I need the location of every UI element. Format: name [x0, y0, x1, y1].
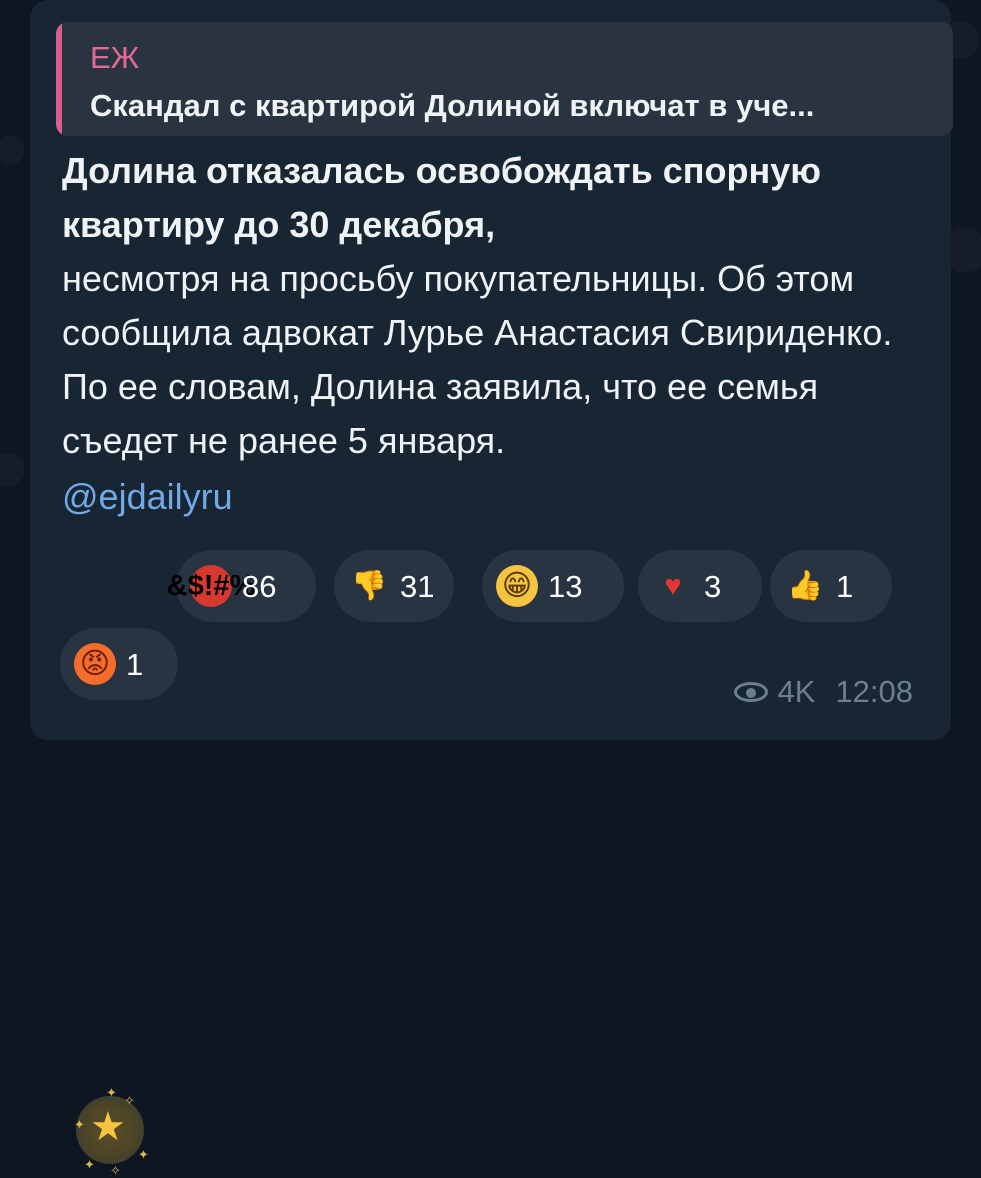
- reaction-red-heart[interactable]: ♥ 3: [638, 550, 762, 622]
- message-body-text: несмотря на просьбу покупательницы. Об э…: [62, 258, 893, 461]
- reaction-thumbs-down[interactable]: 👎 31: [334, 550, 454, 622]
- reaction-count: 31: [400, 568, 435, 604]
- reaction-count: 86: [242, 568, 277, 604]
- reaction-count: 1: [836, 568, 854, 604]
- reaction-thumbs-up[interactable]: 👍 1: [770, 550, 892, 622]
- sparkle-icon: ✦: [106, 1085, 117, 1100]
- reaction-count: 1: [126, 646, 144, 682]
- reaction-grinning-face[interactable]: 😁 13: [482, 550, 624, 622]
- view-count: 4K: [777, 674, 816, 709]
- eye-icon: [733, 681, 768, 702]
- message-bold-text: Долина отказалась освобождать спорную кв…: [62, 150, 821, 245]
- star-icon: ★: [90, 1105, 126, 1149]
- thumbs-up-icon: 👍: [786, 569, 824, 602]
- heart-icon: ♥: [664, 569, 682, 602]
- reply-author: ЕЖ: [90, 40, 140, 75]
- message-text: Долина отказалась освобождать спорную кв…: [62, 144, 922, 524]
- channel-mention-link[interactable]: @ejdailyru: [62, 470, 233, 524]
- angry-face-icon: 😡: [74, 643, 116, 685]
- grinning-face-icon: 😁: [496, 565, 538, 607]
- reaction-swearing-face[interactable]: &$!#% 86: [167, 550, 316, 622]
- reply-preview[interactable]: ЕЖ Скандал с квартирой Долиной включат в…: [56, 22, 953, 136]
- reactions-row: ★ ✦ ✧ ✦ ✦ ✧ ✦ &$!#% 86 👎 31 😁 13 ♥ 3 👍 1: [50, 550, 950, 1177]
- sparkle-icon: ✦: [84, 1157, 95, 1172]
- message-bubble: ЕЖ Скандал с квартирой Долиной включат в…: [30, 0, 953, 1177]
- reply-accent-bar: [56, 22, 62, 136]
- swearing-face-icon: &$!#%: [167, 565, 255, 607]
- reaction-count: 3: [704, 568, 722, 604]
- thumbs-down-icon: 👎: [350, 569, 388, 602]
- message-time: 12:08: [835, 674, 913, 709]
- reply-text: Скандал с квартирой Долиной включат в уч…: [90, 88, 815, 123]
- message-meta: 4K 12:08: [733, 674, 913, 709]
- star-reaction[interactable]: ★ ✦ ✧ ✦ ✦ ✧ ✦: [74, 1086, 149, 1177]
- sparkle-icon: ✦: [74, 1117, 85, 1132]
- reaction-angry-face[interactable]: 😡 1: [60, 628, 178, 700]
- reaction-count: 13: [548, 568, 583, 604]
- sparkle-icon: ✧: [110, 1163, 121, 1178]
- sparkle-icon: ✦: [138, 1147, 149, 1162]
- sparkle-icon: ✧: [124, 1093, 135, 1108]
